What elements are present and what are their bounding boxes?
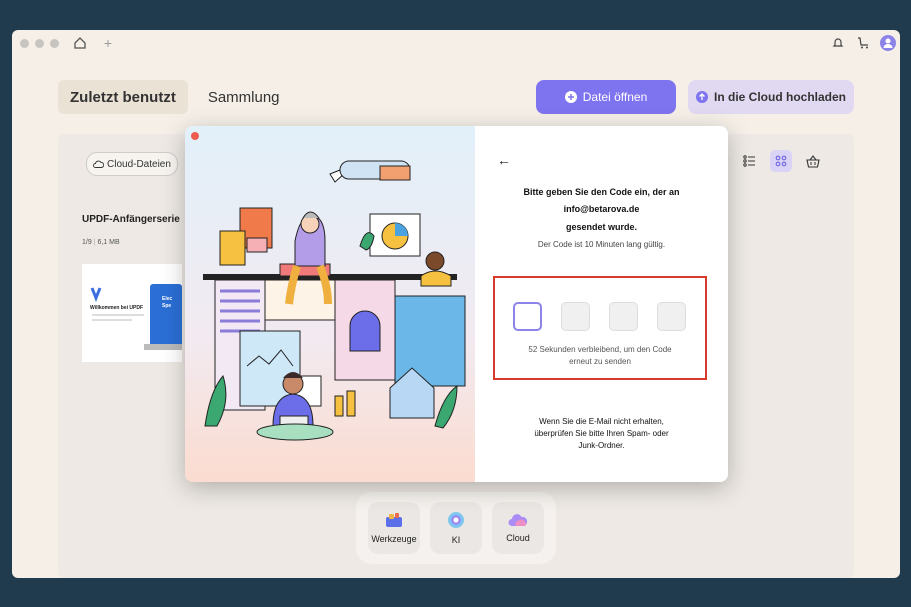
resend-line-2: erneut zu senden <box>569 357 631 366</box>
dock-ai-label: KI <box>451 535 461 545</box>
cart-icon[interactable] <box>855 35 871 51</box>
dock-cloud-button[interactable]: Cloud <box>492 502 544 554</box>
open-file-label: Datei öffnen <box>582 90 648 104</box>
thumb-heading: Willkommen bei UPDF <box>90 305 144 311</box>
file-pages: 1/9 <box>82 239 92 246</box>
code-entry-panel: 52 Sekunden verbleibend, um den Code ern… <box>493 276 707 380</box>
spam-help-text: Wenn Sie die E-Mail nicht erhalten, über… <box>475 416 728 452</box>
back-arrow-icon[interactable]: ← <box>497 152 511 168</box>
code-digit-2[interactable] <box>561 302 590 331</box>
dock-tools-button[interactable]: Werkzeuge <box>368 502 420 554</box>
titlebar: + <box>12 30 900 56</box>
file-card[interactable]: UPDF-Anfängerserie 1/9 | 6,1 MB Willkomm… <box>82 192 182 372</box>
tab-recent[interactable]: Zuletzt benutzt <box>58 80 188 114</box>
tab-bar: Zuletzt benutzt Sammlung <box>58 80 292 114</box>
bell-icon[interactable] <box>830 35 846 51</box>
cloud-icon <box>508 514 528 526</box>
resend-countdown: 52 Sekunden verbleibend, um den Code ern… <box>495 344 705 368</box>
help-line-3: Junk-Ordner. <box>578 441 625 450</box>
upload-cloud-button[interactable]: In die Cloud hochladen <box>688 80 854 114</box>
code-digit-4[interactable] <box>657 302 686 331</box>
file-size: 6,1 MB <box>97 239 120 246</box>
dock-tools-label: Werkzeuge <box>371 534 417 544</box>
resend-line-1: 52 Sekunden verbleibend, um den Code <box>528 345 672 354</box>
dock-cloud-label: Cloud <box>506 533 530 543</box>
tools-icon <box>386 513 402 527</box>
app-window: + Zuletzt benutzt Sammlung Datei öffnen … <box>12 30 900 578</box>
minimize-window-button[interactable] <box>35 38 44 48</box>
home-icon[interactable] <box>72 35 88 51</box>
help-line-1: Wenn Sie die E-Mail nicht erhalten, <box>539 417 664 426</box>
thumb-side-text: Elec Spe <box>162 296 173 309</box>
instruction-line-1: Bitte geben Sie den Code ein, der an <box>523 187 680 197</box>
cloud-files-chip[interactable]: Cloud-Dateien <box>86 152 178 176</box>
user-avatar-icon[interactable] <box>880 35 896 51</box>
code-input-group <box>513 302 686 331</box>
upload-cloud-label: In die Cloud hochladen <box>714 90 846 104</box>
tab-collection[interactable]: Sammlung <box>196 80 292 114</box>
illustration-graphic <box>203 160 466 441</box>
code-validity-text: Der Code ist 10 Minuten lang gültig. <box>537 240 666 249</box>
instruction-email: info@betarova.de <box>563 204 640 214</box>
instruction-line-3: gesendet wurde. <box>565 222 637 232</box>
window-controls[interactable] <box>20 38 59 48</box>
list-view-icon[interactable] <box>738 150 760 172</box>
plus-circle-icon <box>564 91 577 103</box>
trash-basket-icon[interactable] <box>802 150 824 172</box>
code-digit-1[interactable] <box>513 302 542 331</box>
file-meta: 1/9 | 6,1 MB <box>82 239 120 246</box>
dialog-close-button[interactable] <box>191 132 199 140</box>
maximize-window-button[interactable] <box>50 38 59 48</box>
bottom-dock: Werkzeuge KI Cloud <box>356 492 556 564</box>
upload-icon <box>696 91 708 103</box>
verification-dialog: ← Bitte geben Sie den Code ein, der an i… <box>185 126 728 482</box>
dock-ai-button[interactable]: KI <box>430 502 482 554</box>
dialog-illustration <box>185 126 475 482</box>
cloud-files-label: Cloud-Dateien <box>107 158 171 170</box>
help-line-2: überprüfen Sie bitte Ihren Spam- oder <box>534 429 669 438</box>
open-file-button[interactable]: Datei öffnen <box>536 80 676 114</box>
ai-icon <box>448 512 464 528</box>
dialog-form: ← Bitte geben Sie den Code ein, der an i… <box>475 126 728 482</box>
code-digit-3[interactable] <box>609 302 638 331</box>
file-thumbnail[interactable]: Willkommen bei UPDF Elec Spe <box>82 264 182 362</box>
new-tab-button[interactable]: + <box>100 35 116 51</box>
cloud-outline-icon <box>93 160 104 168</box>
close-window-button[interactable] <box>20 38 29 48</box>
file-title: UPDF-Anfängerserie <box>82 214 180 225</box>
grid-view-icon[interactable] <box>770 150 792 172</box>
